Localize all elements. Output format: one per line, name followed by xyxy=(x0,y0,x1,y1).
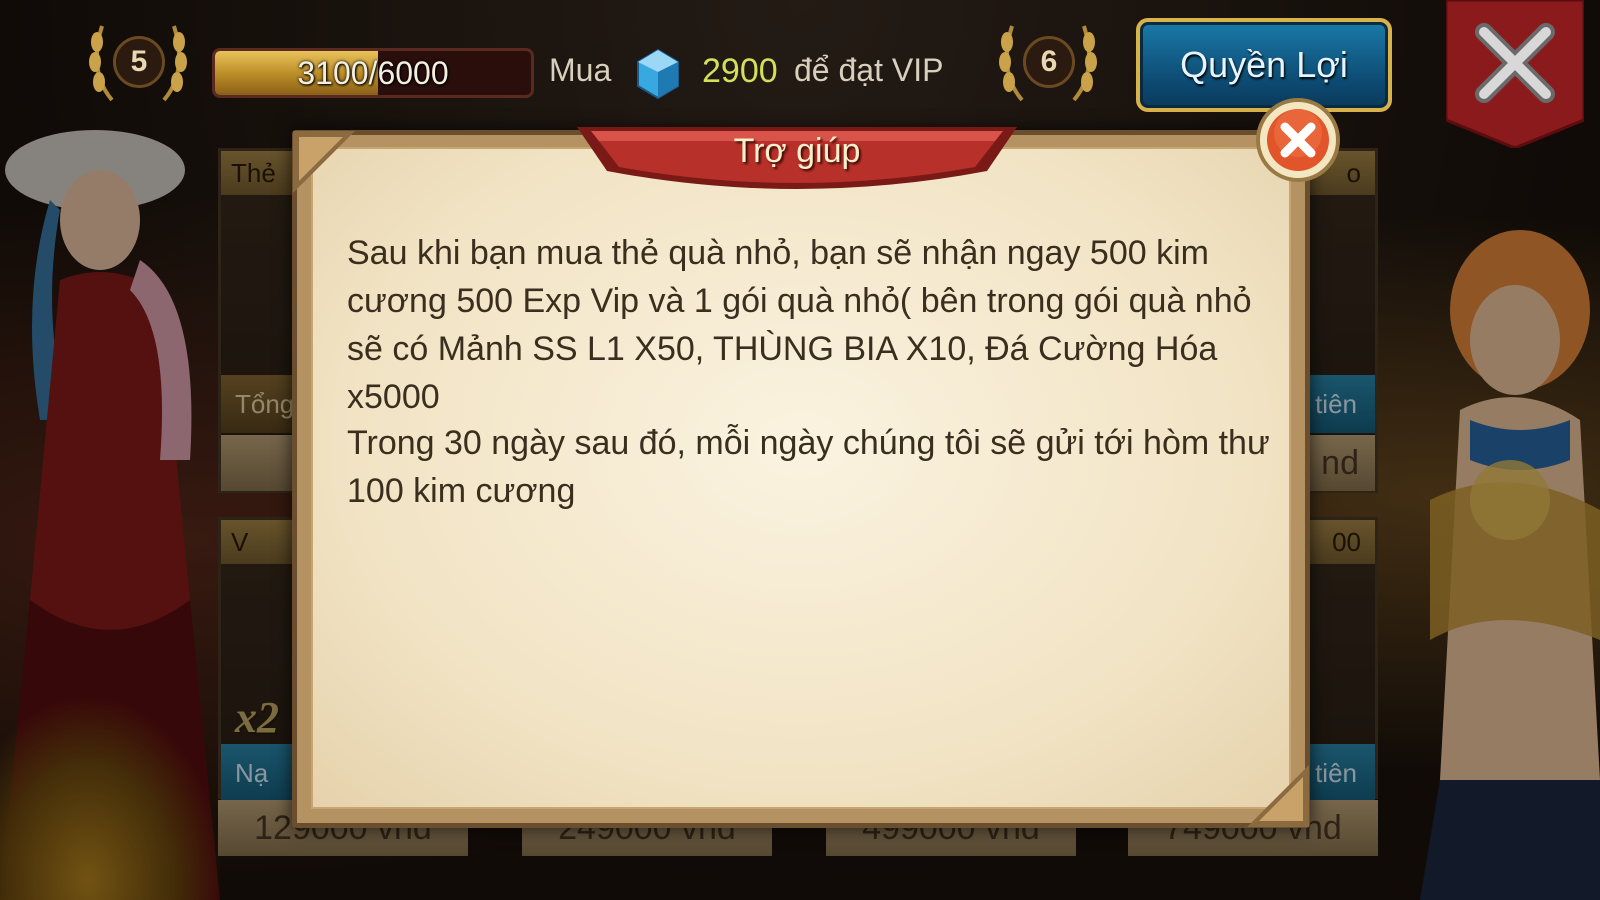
vip-target-label: để đạt VIP xyxy=(794,52,944,88)
vip-required-amount: 2900 xyxy=(702,52,778,90)
laurel-icon xyxy=(1072,25,1097,102)
laurel-icon xyxy=(89,25,114,102)
close-x-icon[interactable] xyxy=(1446,0,1584,148)
help-dialog-title: Trợ giúp xyxy=(733,132,861,170)
vip-level-number: 6 xyxy=(1023,36,1075,88)
gem-icon xyxy=(637,48,679,100)
help-dialog-body: Sau khi bạn mua thẻ quà nhỏ, bạn sẽ nhận… xyxy=(311,147,1291,809)
corner-ornament xyxy=(293,131,355,193)
help-dialog: Sau khi bạn mua thẻ quà nhỏ, bạn sẽ nhận… xyxy=(292,98,1340,828)
next-vip-badge: 6 xyxy=(996,22,1100,106)
corner-ornament xyxy=(1247,765,1309,827)
help-paragraph-2: Trong 30 ngày sau đó, mỗi ngày chúng tôi… xyxy=(347,424,1270,510)
close-circle-icon[interactable] xyxy=(1255,97,1341,183)
vip-level-number: 5 xyxy=(113,36,165,88)
buy-label: Mua xyxy=(549,52,612,88)
laurel-icon xyxy=(162,25,187,102)
vip-exp-text: 3100/6000 xyxy=(297,55,449,91)
laurel-icon xyxy=(999,25,1024,102)
current-vip-badge: 5 xyxy=(86,22,190,106)
vip-exp-bar: 3100/6000 xyxy=(212,48,534,98)
help-paragraph-1: Sau khi bạn mua thẻ quà nhỏ, bạn sẽ nhận… xyxy=(347,234,1252,416)
